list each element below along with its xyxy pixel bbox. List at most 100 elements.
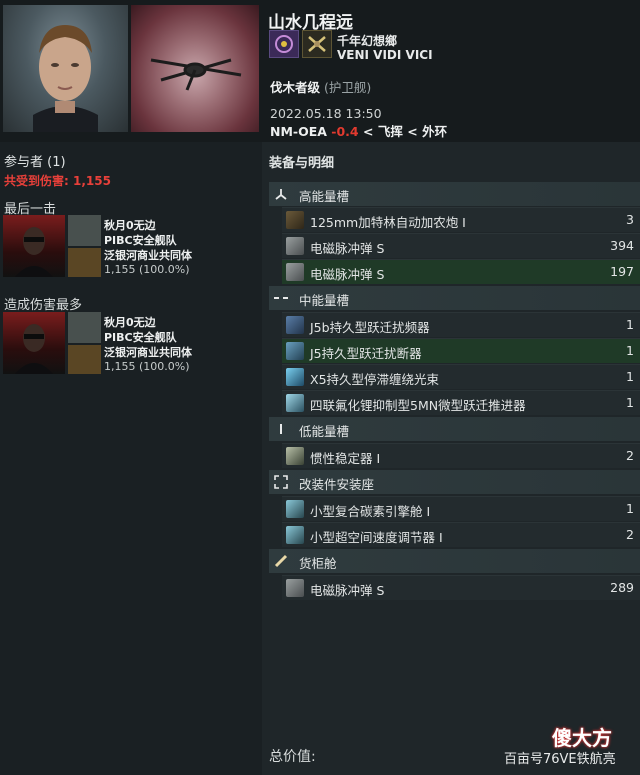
attacker-damage: 1,155 (100.0%) [104,263,190,276]
item-qty: 3 [626,212,634,227]
high-slots-header: 高能量槽 [269,182,640,206]
top-damage-title: 造成伤害最多 [4,298,83,313]
security-status: -0.4 [331,124,359,139]
item-name: 电磁脉冲弹 S [310,267,385,282]
constellation-name: 飞挥 [377,124,403,139]
mid-slot-icon [273,290,289,306]
rig-slots-header: 改装件安装座 [269,470,640,494]
item-qty: 1 [626,501,634,516]
attacker-name[interactable]: 秋月0无边 [104,217,156,233]
scrambler-icon [286,316,304,334]
location-sep: < [407,124,418,139]
corp-logo-icon[interactable] [269,30,299,58]
cargo-icon [273,553,289,569]
victim-alliance-name[interactable]: VENI VIDI VICI [337,48,433,62]
item-qty: 394 [610,238,634,253]
item-row[interactable]: X5持久型停滞缠绕光束 1 [282,364,640,389]
attacker-portrait[interactable] [3,215,65,277]
item-qty: 2 [626,527,634,542]
item-row[interactable]: 125mm加特林自动加农炮 I 3 [282,207,640,232]
top-damage-attacker[interactable]: 秋月0无边 PIBC安全舰队 泛银河商业共同体 1,155 (100.0%) [3,312,258,378]
damage-taken-value: 1,155 [73,174,111,188]
total-value-label: 总价值: [269,749,316,765]
disruptor-icon [286,342,304,360]
autocannon-icon [286,211,304,229]
system-name: NM-OEA [270,124,327,139]
rig-slots-label: 改装件安装座 [299,477,375,492]
item-qty: 197 [610,264,634,279]
ammo-icon [286,237,304,255]
ship-class: (护卫舰) [324,80,372,95]
attacker-damage: 1,155 (100.0%) [104,360,190,373]
attacker-corp-name[interactable]: PIBC安全舰队 [104,232,177,248]
item-row[interactable]: J5持久型跃迁扰断器 1 [282,338,640,363]
item-name: 电磁脉冲弹 S [310,241,385,256]
item-qty: 1 [626,343,634,358]
item-row[interactable]: 电磁脉冲弹 S 394 [282,233,640,258]
attacker-ship-icon[interactable] [68,215,101,246]
item-qty: 1 [626,369,634,384]
victim-corp-name[interactable]: 千年幻想鄉 [337,32,397,49]
location-sep: < [363,124,374,139]
ammo-icon [286,579,304,597]
web-icon [286,368,304,386]
item-qty: 289 [610,580,634,595]
rig-icon [286,500,304,518]
watermark: 傻大方 [552,726,612,750]
victim-portrait[interactable] [3,5,128,132]
item-row[interactable]: J5b持久型跃迁扰频器 1 [282,312,640,337]
item-name: J5持久型跃迁扰断器 [310,346,422,361]
item-row[interactable]: 小型复合碳素引擎舱 I 1 [282,496,640,521]
attacker-corp-logo-icon[interactable] [68,345,101,374]
attacker-name[interactable]: 秋月0无边 [104,314,156,330]
attacker-alliance-name[interactable]: 泛银河商业共同体 [104,247,192,263]
ship-render[interactable] [131,5,259,132]
cargo-label: 货柜舱 [299,556,337,571]
kill-header: 山水几程远 千年幻想鄉 VENI VIDI VICI 伐木者级 (护卫舰) 20… [0,0,640,142]
item-row[interactable]: 小型超空间速度调节器 I 2 [282,522,640,547]
rig-icon [286,526,304,544]
involved-title: 参与者 (1) [4,155,66,170]
ammo-icon [286,263,304,281]
low-slots-header: 低能量槽 [269,417,640,441]
item-name: 电磁脉冲弹 S [310,583,385,598]
item-row[interactable]: 电磁脉冲弹 S 289 [282,575,640,600]
item-name: X5持久型停滞缠绕光束 [310,372,440,387]
item-name: 小型复合碳素引擎舱 I [310,504,431,519]
high-slots-label: 高能量槽 [299,189,350,204]
final-blow-attacker[interactable]: 秋月0无边 PIBC安全舰队 泛银河商业共同体 1,155 (100.0%) [3,215,258,281]
attacker-alliance-name[interactable]: 泛银河商业共同体 [104,344,192,360]
item-qty: 1 [626,317,634,332]
mid-slots-label: 中能量槽 [299,293,350,308]
mid-slots-header: 中能量槽 [269,286,640,310]
attacker-ship-icon[interactable] [68,312,101,343]
attacker-portrait[interactable] [3,312,65,374]
item-row[interactable]: 惯性稳定器 I 2 [282,443,640,468]
item-name: 125mm加特林自动加农炮 I [310,215,466,230]
high-slot-icon [273,186,289,202]
ship-name: 伐木者级 [270,80,321,95]
low-slots-label: 低能量槽 [299,424,350,439]
damage-taken-label: 共受到伤害: [4,174,69,188]
attacker-corp-name[interactable]: PIBC安全舰队 [104,329,177,345]
cargo-header: 货柜舱 [269,549,640,573]
inertial-stabilizer-icon [286,447,304,465]
region-name: 外环 [422,124,448,139]
victim-ship[interactable]: 伐木者级 (护卫舰) [270,77,371,96]
fitting-title: 装备与明细 [269,156,335,171]
kill-date: 2022.05.18 13:50 [270,106,382,121]
item-qty: 1 [626,395,634,410]
item-qty: 2 [626,448,634,463]
damage-taken: 共受到伤害: 1,155 [4,172,111,189]
item-row[interactable]: 四联氟化锂抑制型5MN微型跃迁推进器 1 [282,390,640,415]
rig-slot-icon [273,474,289,490]
kill-location[interactable]: NM-OEA -0.4 < 飞挥 < 外环 [270,121,447,140]
item-name: 小型超空间速度调节器 I [310,530,443,545]
alliance-logo-icon[interactable] [302,30,332,58]
item-row[interactable]: 电磁脉冲弹 S 197 [282,259,640,284]
attacker-corp-logo-icon[interactable] [68,248,101,277]
microwarpdrive-icon [286,394,304,412]
item-name: 四联氟化锂抑制型5MN微型跃迁推进器 [310,398,526,413]
item-name: J5b持久型跃迁扰频器 [310,320,430,335]
item-name: 惯性稳定器 I [310,451,381,466]
